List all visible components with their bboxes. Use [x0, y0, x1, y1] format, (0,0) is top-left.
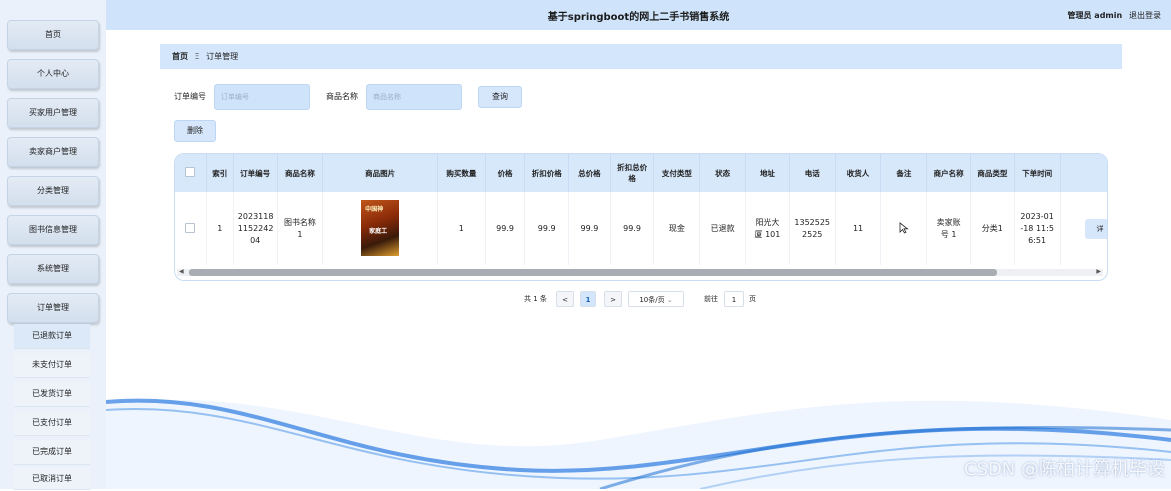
select-all-checkbox[interactable]	[185, 167, 196, 177]
query-button[interactable]: 查询	[478, 86, 522, 108]
subitem-completed-orders[interactable]: 已完成订单	[14, 440, 90, 465]
order-no-label: 订单编号	[174, 92, 206, 101]
book-cover-image[interactable]: 中国神 家庭工	[361, 199, 400, 256]
cell-discount-total: 99.9	[610, 192, 655, 265]
order-no-input[interactable]	[214, 84, 310, 110]
product-name-input[interactable]	[366, 84, 462, 110]
header-product-image: 商品图片	[322, 154, 438, 192]
sidebar-item-system[interactable]: 系统管理	[7, 254, 99, 284]
sidebar-item-profile[interactable]: 个人中心	[7, 59, 99, 89]
sidebar-item-merchants[interactable]: 卖家商户管理	[7, 137, 99, 167]
cover-text-top: 中国神	[365, 205, 384, 213]
scrollbar-thumb[interactable]	[189, 269, 997, 276]
header-merchant: 商户名称	[926, 154, 971, 192]
subitem-cancelled-orders[interactable]: 已取消订单	[14, 467, 90, 490]
sidebar-item-books[interactable]: 图书信息管理	[7, 215, 99, 245]
header-receiver: 收货人	[835, 154, 882, 192]
header-select-all[interactable]	[175, 154, 207, 192]
page-size-select[interactable]: 10条/页 ⌄	[628, 291, 684, 307]
chevron-down-icon: ⌄	[666, 296, 673, 304]
row-select-cell[interactable]	[175, 192, 207, 265]
table-header-row: 索引 订单编号 商品名称 商品图片 购买数量 价格 折扣价格 总价格 折扣总价格…	[175, 154, 1107, 192]
cell-merchant: 卖家账号 1	[926, 192, 971, 265]
header-order-time: 下单时间	[1014, 154, 1061, 192]
row-checkbox[interactable]	[185, 222, 196, 233]
page-unit-label: 页	[749, 295, 756, 303]
header-index: 索引	[206, 154, 234, 192]
header-order-no: 订单编号	[233, 154, 278, 192]
header-discount-total: 折扣总价格	[610, 154, 655, 192]
cell-product-image: 中国神 家庭工	[322, 192, 438, 265]
subitem-shipped-orders[interactable]: 已发货订单	[14, 382, 90, 407]
header-pay-type: 支付类型	[653, 154, 701, 192]
horizontal-scrollbar[interactable]: ◀ ▶	[177, 268, 1103, 276]
header-category: 商品类型	[970, 154, 1015, 192]
sidebar-item-home[interactable]: 首页	[7, 20, 99, 50]
cell-total-price: 99.9	[568, 192, 611, 265]
cell-price: 99.9	[485, 192, 526, 265]
header-address: 地址	[745, 154, 790, 192]
cursor-pointer-icon	[899, 221, 909, 234]
scroll-left-icon[interactable]: ◀	[179, 268, 184, 275]
prev-page-button[interactable]: <	[556, 291, 574, 307]
table-row: 1 2023118 1152242 04 图书名称 1 中国神 家庭工 1 99…	[175, 192, 1107, 265]
subitem-unpaid-orders[interactable]: 未支付订单	[14, 353, 90, 378]
detail-button[interactable]: 详	[1085, 219, 1107, 239]
user-area: 管理员 admin 退出登录	[1064, 10, 1161, 21]
scroll-right-icon[interactable]: ▶	[1096, 268, 1101, 275]
cell-quantity: 1	[437, 192, 486, 265]
goto-label: 前往	[704, 295, 718, 303]
cell-index: 1	[206, 192, 234, 265]
pagination-total: 共 1 条	[524, 295, 547, 303]
header-product-name: 商品名称	[277, 154, 324, 192]
cell-category: 分类1	[970, 192, 1015, 265]
delete-button[interactable]: 删除	[174, 120, 216, 142]
header-status: 状态	[699, 154, 747, 192]
page-number-1[interactable]: 1	[580, 291, 596, 307]
cell-pay-type: 现金	[653, 192, 701, 265]
header-actions	[1060, 154, 1107, 192]
breadcrumb-separator: Ξ	[194, 52, 200, 61]
cover-text-bottom: 家庭工	[369, 227, 388, 235]
cell-receiver: 11	[835, 192, 882, 265]
product-name-label: 商品名称	[326, 92, 358, 101]
top-bar: 基于springboot的网上二手书销售系统 管理员 admin 退出登录	[106, 0, 1171, 30]
header-price: 价格	[485, 154, 526, 192]
breadcrumb: 首页 Ξ 订单管理	[160, 44, 1122, 69]
cell-discount-price: 99.9	[524, 192, 570, 265]
header-discount-price: 折扣价格	[524, 154, 570, 192]
page-size-value: 10条/页	[639, 296, 665, 304]
next-page-button[interactable]: >	[604, 291, 622, 307]
sidebar: 首页 个人中心 买家用户管理 卖家商户管理 分类管理 图书信息管理 系统管理 订…	[0, 0, 106, 490]
subitem-paid-orders[interactable]: 已支付订单	[14, 411, 90, 436]
goto-page-input[interactable]: 1	[724, 291, 744, 307]
sidebar-item-buyers[interactable]: 买家用户管理	[7, 98, 99, 128]
header-phone: 电话	[789, 154, 836, 192]
cell-product-name: 图书名称 1	[277, 192, 324, 265]
watermark: CSDN @陈柏计算机毕设	[963, 459, 1165, 480]
sidebar-item-orders[interactable]: 订单管理	[7, 293, 99, 323]
cell-order-time: 2023-01 -18 11:5 6:51	[1014, 192, 1061, 265]
header-total-price: 总价格	[568, 154, 611, 192]
orders-table: 索引 订单编号 商品名称 商品图片 购买数量 价格 折扣价格 总价格 折扣总价格…	[174, 153, 1108, 281]
subitem-refunded-orders[interactable]: 已退款订单	[14, 324, 90, 349]
user-label: 管理员 admin	[1067, 11, 1123, 20]
sidebar-item-categories[interactable]: 分类管理	[7, 176, 99, 206]
cell-remark	[880, 192, 928, 265]
logout-link[interactable]: 退出登录	[1129, 11, 1161, 20]
header-remark: 备注	[880, 154, 928, 192]
cell-status: 已退款	[699, 192, 747, 265]
cell-address: 阳光大厦 101	[745, 192, 790, 265]
header-quantity: 购买数量	[437, 154, 486, 192]
cell-order-no: 2023118 1152242 04	[233, 192, 278, 265]
breadcrumb-current: 订单管理	[206, 52, 239, 61]
breadcrumb-home[interactable]: 首页	[172, 44, 188, 69]
app-title: 基于springboot的网上二手书销售系统	[547, 12, 730, 23]
cell-phone: 1352525 2525	[789, 192, 836, 265]
